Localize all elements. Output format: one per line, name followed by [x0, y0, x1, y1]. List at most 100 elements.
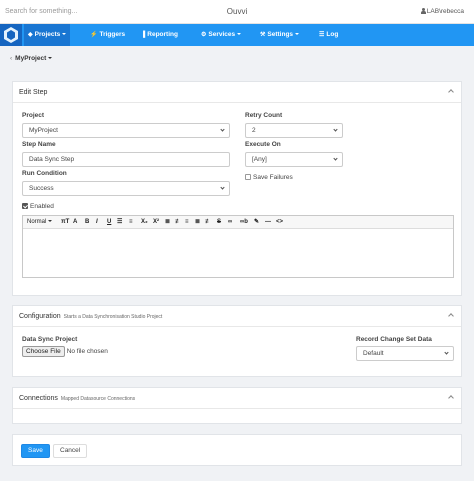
nav-reporting-label: Reporting — [147, 31, 178, 38]
project-label: Project — [22, 112, 45, 119]
edit-step-header[interactable]: Edit Step — [13, 82, 461, 103]
unlink-icon[interactable]: ∞b — [240, 218, 248, 227]
nav-settings[interactable]: ⚒ Settings — [256, 24, 303, 46]
edit-step-panel: Edit Step Project MyProject Step Name Da… — [12, 81, 462, 296]
save-button[interactable]: Save — [21, 444, 50, 458]
chevron-down-icon — [333, 156, 338, 161]
editor-toolbar: Normal πT A B I U ☰ ≡ X₂ X² ≣ ≢ ≡ ≣ ≢ S … — [23, 216, 453, 229]
save-failures-label: Save Failures — [253, 174, 293, 181]
chevron-down-icon — [62, 33, 67, 35]
underline-icon[interactable]: U — [107, 218, 111, 227]
nav-triggers-label: Triggers — [99, 31, 126, 38]
collapse-chevron-icon[interactable] — [448, 395, 454, 401]
chevron-down-icon — [295, 33, 300, 35]
list-icon: ☰ — [319, 32, 325, 38]
run-condition-value: Success — [29, 185, 54, 192]
collapse-chevron-icon[interactable] — [448, 89, 454, 95]
enabled-label: Enabled — [30, 203, 54, 210]
nav-projects[interactable]: ◆ Projects — [24, 24, 71, 46]
configuration-panel: Configuration Starts a Data Synchronisati… — [12, 305, 462, 377]
user-menu[interactable]: LAB\rebecca — [420, 8, 464, 15]
bolt-icon: ⚡ — [90, 32, 98, 38]
data-sync-file-picker: Choose File No file chosen — [22, 346, 108, 357]
nav-log[interactable]: ☰ Log — [315, 24, 342, 46]
nav-services[interactable]: ⚙ Services — [197, 24, 245, 46]
superscript-icon[interactable]: X² — [153, 218, 159, 227]
chevron-down-icon — [48, 57, 53, 59]
data-sync-project-label: Data Sync Project — [22, 336, 78, 343]
execute-on-select[interactable]: [Any] — [245, 152, 343, 167]
highlight-icon[interactable]: ✎ — [254, 218, 259, 227]
align-right-icon[interactable]: ≢ — [205, 218, 211, 227]
retry-count-label: Retry Count — [245, 112, 283, 119]
link-icon[interactable]: ∞ — [228, 218, 232, 227]
projects-icon: ◆ — [28, 32, 33, 38]
step-name-input[interactable]: Data Sync Step — [22, 152, 230, 167]
bold-icon[interactable]: B — [85, 218, 89, 227]
connections-header[interactable]: Connections Mapped Datasource Connections — [13, 388, 461, 409]
enabled-checkbox[interactable]: Enabled — [22, 203, 54, 210]
back-chevron-icon[interactable]: ‹ — [10, 55, 12, 62]
chart-icon: ▐ — [141, 32, 146, 38]
choose-file-button[interactable]: Choose File — [22, 346, 65, 357]
indent-icon[interactable]: ≢ — [175, 218, 181, 227]
execute-on-value: [Any] — [252, 156, 267, 163]
breadcrumb[interactable]: ‹ MyProject — [10, 55, 53, 62]
user-icon — [420, 8, 426, 14]
align-center-icon[interactable]: ≣ — [195, 218, 200, 227]
app-logo[interactable] — [0, 24, 22, 46]
subscript-icon[interactable]: X₂ — [141, 218, 148, 227]
record-change-value: Default — [363, 350, 384, 357]
chevron-down-icon — [237, 33, 242, 35]
logo-icon — [4, 27, 18, 43]
checkbox-unchecked-icon — [245, 174, 251, 180]
main-nav: ◆ Projects ⚡ Triggers ▐ Reporting ⚙ Services… — [0, 24, 474, 46]
project-select-value: MyProject — [29, 127, 58, 134]
outdent-icon[interactable]: ≣ — [165, 218, 170, 227]
retry-count-value: 2 — [252, 127, 256, 134]
top-bar: Search for something... Ouvvi LAB\rebecc… — [0, 0, 474, 24]
connections-title: Connections — [19, 395, 58, 402]
breadcrumb-project[interactable]: MyProject — [15, 55, 46, 62]
chevron-down-icon — [444, 350, 449, 355]
font-color-icon[interactable]: A — [73, 218, 77, 227]
description-editor[interactable]: Normal πT A B I U ☰ ≡ X₂ X² ≣ ≢ ≡ ≣ ≢ S … — [22, 215, 454, 278]
format-select[interactable]: Normal — [27, 218, 53, 227]
step-name-label: Step Name — [22, 141, 56, 148]
format-value: Normal — [27, 219, 47, 225]
run-condition-select[interactable]: Success — [22, 181, 230, 196]
font-size-icon[interactable]: πT — [61, 218, 69, 227]
chevron-down-icon — [48, 220, 53, 222]
record-change-label: Record Change Set Data — [356, 336, 432, 343]
align-left-icon[interactable]: ≡ — [185, 218, 189, 227]
collapse-chevron-icon[interactable] — [448, 313, 454, 319]
project-select[interactable]: MyProject — [22, 123, 230, 138]
user-name: LAB\rebecca — [426, 8, 464, 15]
nav-reporting[interactable]: ▐ Reporting — [137, 24, 182, 46]
nav-services-label: Services — [208, 31, 236, 38]
brand-title: Ouvvi — [226, 7, 248, 16]
italic-icon[interactable]: I — [96, 218, 98, 227]
code-icon[interactable]: <> — [276, 218, 283, 227]
ordered-list-icon[interactable]: ☰ — [117, 218, 122, 227]
gears-icon: ⚙ — [201, 32, 207, 38]
record-change-select[interactable]: Default — [356, 346, 454, 361]
nav-settings-label: Settings — [267, 31, 294, 38]
horizontal-rule-icon[interactable]: — — [265, 218, 271, 227]
nav-triggers[interactable]: ⚡ Triggers — [86, 24, 129, 46]
wrench-icon: ⚒ — [260, 32, 266, 38]
execute-on-label: Execute On — [245, 141, 281, 148]
configuration-subtitle: Starts a Data Synchronisation Studio Pro… — [63, 314, 163, 320]
checkbox-checked-icon — [22, 203, 28, 209]
step-name-value: Data Sync Step — [29, 156, 75, 163]
retry-count-select[interactable]: 2 — [245, 123, 343, 138]
run-condition-label: Run Condition — [22, 170, 67, 177]
save-failures-checkbox[interactable]: Save Failures — [245, 174, 293, 181]
configuration-header[interactable]: Configuration Starts a Data Synchronisati… — [13, 306, 461, 327]
strikethrough-icon[interactable]: S — [217, 218, 221, 227]
bullet-list-icon[interactable]: ≡ — [129, 218, 133, 227]
no-file-text: No file chosen — [66, 348, 108, 355]
nav-projects-label: Projects — [34, 31, 61, 38]
cancel-button[interactable]: Cancel — [53, 444, 88, 458]
edit-step-title: Edit Step — [19, 89, 48, 96]
